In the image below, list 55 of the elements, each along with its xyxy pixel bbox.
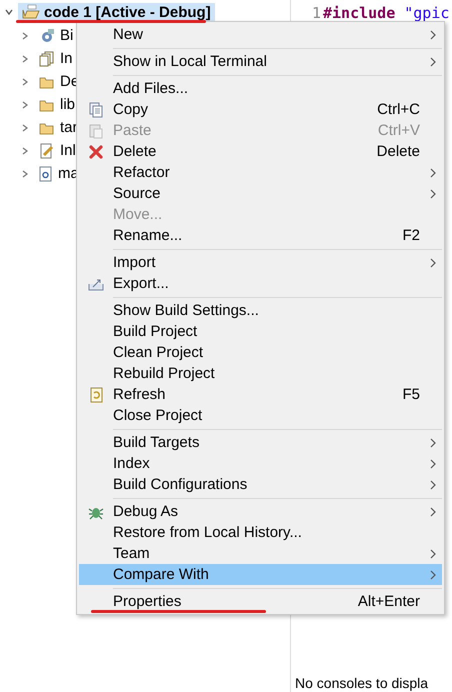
menu-item[interactable]: Refactor xyxy=(79,162,442,183)
menu-item[interactable]: Show Build Settings... xyxy=(79,300,442,321)
menu-item[interactable]: Compare With xyxy=(79,564,442,585)
folder-icon xyxy=(39,98,55,112)
menu-item[interactable]: New xyxy=(79,24,442,45)
chevron-right-icon[interactable] xyxy=(20,122,30,132)
paste-icon xyxy=(88,122,104,138)
menu-item[interactable]: Debug As xyxy=(79,501,442,522)
menu-item[interactable]: Restore from Local History... xyxy=(79,522,442,543)
tree-item[interactable]: Inl xyxy=(60,142,76,159)
project-item[interactable]: code 1 [Active - Debug] xyxy=(18,2,215,22)
chevron-down-icon[interactable] xyxy=(4,7,14,17)
binary-icon xyxy=(39,28,55,44)
code-keyword: #include xyxy=(323,4,396,22)
file-icon xyxy=(39,142,55,158)
menu-item[interactable]: Export... xyxy=(79,273,442,294)
menu-item[interactable]: Copy Ctrl+C xyxy=(79,99,442,120)
folder-icon xyxy=(39,74,55,88)
project-folder-icon xyxy=(22,4,40,20)
menu-item[interactable]: Source xyxy=(79,183,442,204)
chevron-right-icon[interactable] xyxy=(20,146,30,156)
menu-item[interactable]: Index xyxy=(79,453,442,474)
delete-icon xyxy=(89,144,103,158)
menu-item[interactable]: Delete Delete xyxy=(79,141,442,162)
menu-item[interactable]: Build Project xyxy=(79,321,442,342)
menu-item[interactable]: Clean Project xyxy=(79,342,442,363)
menu-item[interactable]: Properties Alt+Enter xyxy=(79,591,442,612)
export-icon xyxy=(88,276,104,290)
menu-item[interactable]: Add Files... xyxy=(79,78,442,99)
copy-icon xyxy=(88,102,104,118)
c-file-icon xyxy=(39,166,53,182)
menu-item[interactable]: Build Targets xyxy=(79,432,442,453)
tree-item[interactable]: Bi xyxy=(60,27,74,44)
chevron-right-icon[interactable] xyxy=(20,30,30,40)
folder-icon xyxy=(39,120,55,134)
tree-item[interactable]: lib xyxy=(60,96,76,113)
tree-item[interactable]: In xyxy=(60,50,73,67)
menu-item[interactable]: Rename... F2 xyxy=(79,225,442,246)
menu-item[interactable]: Show in Local Terminal xyxy=(79,51,442,72)
menu-item[interactable]: Rebuild Project xyxy=(79,363,442,384)
tree-item[interactable]: tar xyxy=(60,119,78,136)
chevron-right-icon[interactable] xyxy=(20,76,30,86)
menu-item[interactable]: Refresh F5 xyxy=(79,384,442,405)
chevron-right-icon[interactable] xyxy=(20,54,30,64)
refresh-icon xyxy=(88,386,104,402)
menu-item[interactable]: Import xyxy=(79,252,442,273)
menu-item[interactable]: Build Configurations xyxy=(79,474,442,495)
console-message: No consoles to displa xyxy=(295,675,428,691)
code-string: "gpic xyxy=(404,4,450,22)
header-files-icon xyxy=(39,50,55,66)
line-number: 1 xyxy=(310,4,321,22)
menu-item[interactable]: Close Project xyxy=(79,405,442,426)
menu-item[interactable]: Team xyxy=(79,543,442,564)
chevron-right-icon[interactable] xyxy=(20,100,30,110)
chevron-right-icon[interactable] xyxy=(20,168,30,178)
